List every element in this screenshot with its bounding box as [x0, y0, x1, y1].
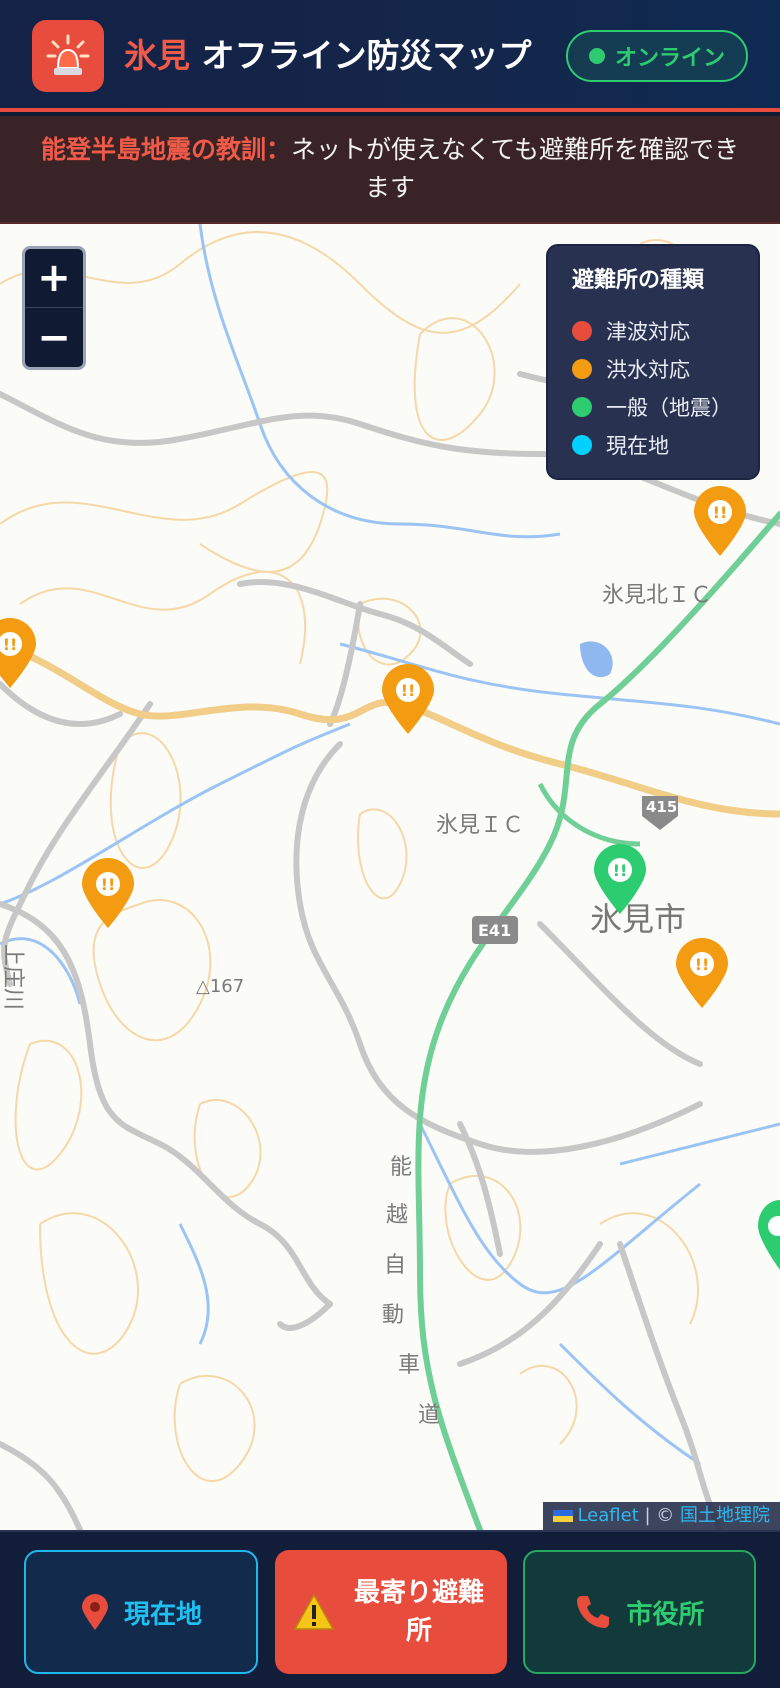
current-location-dot-icon — [572, 435, 592, 455]
lesson-banner: 能登半島地震の教訓：ネットが使えなくても避難所を確認できます — [0, 116, 780, 224]
map-label-peak: △167 — [196, 976, 244, 997]
svg-text:!!: !! — [695, 955, 710, 974]
zoom-control: + − — [22, 246, 86, 370]
map-label-exp-0: 能 — [390, 1155, 412, 1180]
shelter-marker-flood-3[interactable]: !! — [380, 664, 436, 736]
current-location-label: 現在地 — [123, 1599, 202, 1630]
map-label-exp-2: 自 — [384, 1253, 406, 1278]
shelter-marker-flood-2[interactable]: !! — [0, 618, 38, 690]
svg-text:!!: !! — [401, 681, 416, 700]
siren-icon — [32, 20, 104, 92]
shelter-legend: 避難所の種類 津波対応 洪水対応 一般（地震） 現在地 — [546, 244, 760, 480]
status-label: オンライン — [614, 46, 725, 71]
shelter-marker-flood-5[interactable]: !! — [674, 938, 730, 1010]
map-label-exp-1: 越 — [386, 1203, 408, 1228]
svg-text:!!: !! — [101, 875, 116, 894]
map-label-exp-4: 車 — [398, 1353, 420, 1378]
map-label-e41: E41 — [478, 921, 511, 940]
shelter-marker-general-1[interactable]: !! — [592, 844, 648, 916]
title-accent: 氷見 — [124, 36, 190, 75]
banner-lead: 能登半島地震の教訓： — [40, 135, 291, 164]
legend-title: 避難所の種類 — [572, 268, 705, 293]
banner-text-wrap: 能登半島地震の教訓：ネットが使えなくても避難所を確認できます — [36, 131, 744, 207]
svg-text:!!: !! — [613, 861, 628, 880]
map-attribution: Leaflet | © 国土地理院 — [543, 1502, 780, 1530]
online-status-badge: オンライン — [566, 30, 748, 82]
ukraine-flag-icon — [553, 1510, 574, 1522]
svg-text:!!: !! — [713, 503, 728, 522]
legend-item-tsunami: 津波対応 — [572, 312, 758, 350]
warning-icon — [293, 1593, 335, 1630]
app-header: 氷見 オフライン防災マップ オンライン — [0, 0, 780, 112]
svg-text:!!: !! — [3, 635, 18, 654]
map-view[interactable]: 氷見北ＩＣ 氷見ＩＣ 氷見市 △167 E41 415 能 越 自 動 車 道 … — [0, 224, 780, 1530]
attribution-separator: | © — [638, 1505, 680, 1526]
legend-item-current: 現在地 — [572, 426, 758, 464]
legend-label: 津波対応 — [606, 320, 690, 344]
shelter-marker-flood-1[interactable]: !! — [692, 486, 748, 558]
current-location-button[interactable]: 現在地 — [24, 1550, 258, 1674]
zoom-in-button[interactable]: + — [25, 249, 83, 308]
legend-label: 洪水対応 — [606, 358, 690, 382]
banner-text: ネットが使えなくても避難所を確認できます — [291, 135, 740, 202]
nearest-shelter-label: 最寄り避難所 — [353, 1578, 484, 1646]
legend-label: 一般（地震） — [606, 396, 732, 420]
leaflet-link[interactable]: Leaflet — [577, 1505, 638, 1526]
map-label-ic-north: 氷見北ＩＣ — [602, 583, 712, 608]
shelter-marker-general-2[interactable] — [756, 1200, 780, 1272]
map-label-river: 上庄川 — [0, 944, 25, 1010]
legend-item-flood: 洪水対応 — [572, 350, 758, 388]
city-hall-label: 市役所 — [626, 1599, 705, 1630]
flood-dot-icon — [572, 359, 592, 379]
title-text: オフライン防災マップ — [201, 36, 532, 75]
phone-icon — [577, 1596, 610, 1628]
pin-icon — [81, 1594, 108, 1630]
general-dot-icon — [572, 397, 592, 417]
gsi-link[interactable]: 国土地理院 — [680, 1505, 770, 1526]
legend-label: 現在地 — [606, 434, 669, 458]
status-dot-icon — [588, 48, 605, 64]
page-title: 氷見 オフライン防災マップ — [124, 34, 532, 78]
map-label-ic: 氷見ＩＣ — [436, 813, 524, 838]
action-bar: 現在地 最寄り避難所 市役所 — [0, 1530, 780, 1688]
city-hall-button[interactable]: 市役所 — [523, 1550, 756, 1674]
nearest-shelter-button[interactable]: 最寄り避難所 — [275, 1550, 507, 1674]
map-label-exp-3: 動 — [382, 1303, 404, 1328]
zoom-out-button[interactable]: − — [25, 308, 83, 367]
legend-item-general: 一般（地震） — [572, 388, 758, 426]
tsunami-dot-icon — [572, 321, 592, 341]
map-label-exp-5: 道 — [418, 1403, 440, 1428]
map-label-415: 415 — [646, 798, 677, 816]
shelter-marker-flood-4[interactable]: !! — [80, 858, 136, 930]
